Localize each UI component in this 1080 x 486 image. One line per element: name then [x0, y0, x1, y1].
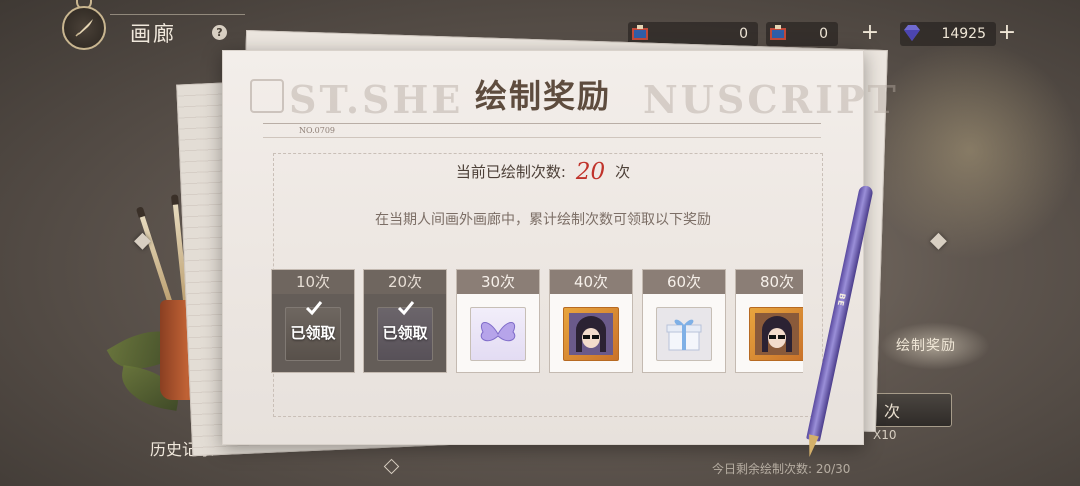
document-number: NO.0709 [299, 126, 335, 135]
reward-item [643, 294, 725, 372]
gift-icon [666, 319, 702, 351]
draw-reward-label: 绘制奖励 [896, 338, 956, 354]
next-arrow-icon[interactable]: ◆ [930, 228, 947, 253]
gift-box-icon [656, 307, 712, 361]
reward-threshold: 10次 [272, 270, 354, 294]
currency-pass-2: 0 [766, 22, 838, 46]
draw-times-label: 次 [884, 402, 901, 421]
help-icon[interactable]: ? [212, 25, 227, 40]
reward-threshold: 80次 [736, 270, 803, 294]
diamond-marker-icon [383, 458, 400, 475]
remaining-draws-text: 今日剩余绘制次数: 20/30 [712, 462, 851, 476]
butterfly-icon [480, 322, 516, 342]
butterfly-item-icon [470, 307, 526, 361]
reward-card-40[interactable]: 40次 [549, 269, 633, 373]
header-rule [263, 123, 821, 124]
background-glow [860, 40, 1080, 260]
add-pass-button[interactable]: + [858, 22, 882, 46]
draw-count-line: 当前已绘制次数: 20 次 [223, 159, 863, 185]
title-divider [110, 14, 245, 15]
diamond-gem-icon [904, 25, 920, 41]
prev-arrow-icon[interactable]: ◆ [134, 228, 151, 253]
quill-icon [75, 19, 93, 37]
claimed-label: 已领取 [290, 324, 336, 342]
reward-item [457, 294, 539, 372]
avatar-icon [569, 313, 613, 355]
reward-list[interactable]: 10次 已领取 20次 已领取 30次 40次 60次 80次 [271, 269, 803, 373]
check-icon [397, 301, 415, 316]
currency-diamond: 14925 [900, 22, 996, 46]
avatar-icon [755, 313, 799, 355]
reward-card-10[interactable]: 10次 已领取 [271, 269, 355, 373]
draw-x10-label: X10 [873, 428, 897, 442]
draw-rewards-modal: ST.SHE NUSCRIPT 绘制奖励 NO.0709 当前已绘制次数: 20 次… [222, 50, 896, 445]
reward-description: 在当期人间画外画廊中，累计绘制次数可领取以下奖励 [375, 212, 711, 228]
reward-card-20[interactable]: 20次 已领取 [363, 269, 447, 373]
draw-count-unit: 次 [615, 163, 631, 181]
reward-card-30[interactable]: 30次 [456, 269, 540, 373]
currency-value: 0 [739, 26, 748, 42]
claimed-label: 已领取 [382, 324, 428, 342]
page-title: 画廊 [130, 22, 176, 46]
reward-item [736, 294, 803, 372]
modal-title: 绘制奖励 [474, 77, 611, 115]
check-icon [305, 301, 323, 316]
avatar-frame-icon [749, 307, 803, 361]
draw-count-value: 20 [575, 159, 606, 185]
reward-item: 已领取 [272, 294, 354, 372]
reward-threshold: 40次 [550, 270, 632, 294]
reward-item [550, 294, 632, 372]
pen-nib [804, 434, 819, 458]
header-rule [263, 137, 821, 138]
reward-threshold: 60次 [643, 270, 725, 294]
currency-value: 0 [819, 26, 828, 42]
ticket-pass-alt-icon [770, 25, 786, 40]
reward-card-80[interactable]: 80次 [735, 269, 803, 373]
reward-item: 已领取 [364, 294, 446, 372]
game-screen: ◆ ◆ 历史记录 绘制奖励 次 X10 今日剩余绘制次数: 20/30 画廊 ?… [0, 0, 1080, 486]
reward-threshold: 20次 [364, 270, 446, 294]
reward-card-60[interactable]: 60次 [642, 269, 726, 373]
avatar-frame-icon [563, 307, 619, 361]
add-diamond-button[interactable]: + [995, 22, 1019, 46]
quill-emblem-icon[interactable] [62, 6, 106, 50]
currency-value: 14925 [941, 26, 986, 42]
pen-engraving: BE [835, 292, 848, 308]
draw-count-label: 当前已绘制次数: [455, 163, 566, 181]
reward-threshold: 30次 [457, 270, 539, 294]
